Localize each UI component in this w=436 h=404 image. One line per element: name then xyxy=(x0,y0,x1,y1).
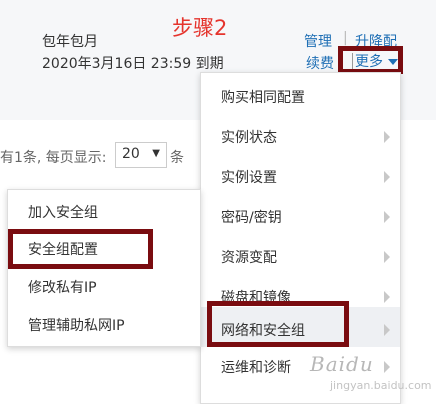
manage-link[interactable]: 管理 xyxy=(304,31,332,51)
chevron-right-icon xyxy=(384,171,390,183)
submenu-item-label: 修改私有IP xyxy=(28,280,97,296)
menu-item-label: 资源变配 xyxy=(221,250,277,266)
pagination-summary: 有1条, 每页显示: xyxy=(0,150,107,166)
renew-link[interactable]: 续费 xyxy=(306,53,334,73)
chevron-right-icon xyxy=(384,291,390,303)
submenu-item-label: 加入安全组 xyxy=(28,205,98,221)
billing-type: 包年包月 xyxy=(42,34,98,50)
watermark-logo: Baidu xyxy=(310,352,374,376)
chevron-right-icon xyxy=(384,361,390,373)
submenu-item-modify-private-ip[interactable]: 修改私有IP xyxy=(8,268,200,306)
watermark-url: jingyan.baidu.com xyxy=(330,379,432,392)
step-annotation: 步骤2 xyxy=(172,16,228,40)
menu-item-resource-change[interactable]: 资源变配 xyxy=(201,237,400,277)
pagination-unit: 条 xyxy=(170,150,184,166)
network-security-highlight xyxy=(207,301,349,347)
expire-time: 2020年3月16日 23:59 到期 xyxy=(42,56,224,72)
menu-item-label: 运维和诊断 xyxy=(221,360,291,376)
chevron-right-icon xyxy=(384,211,390,223)
page-size-select[interactable]: 20 ▼ xyxy=(115,142,167,168)
page-size-value: 20 xyxy=(122,146,140,162)
chevron-right-icon xyxy=(384,324,390,336)
menu-item-password-key[interactable]: 密码/密钥 xyxy=(201,197,400,237)
menu-item-label: 购买相同配置 xyxy=(221,90,305,106)
link-separator: | xyxy=(343,30,348,46)
menu-item-label: 实例设置 xyxy=(221,170,277,186)
submenu-item-label: 管理辅助私网IP xyxy=(28,318,125,334)
menu-item-label: 密码/密钥 xyxy=(221,210,282,226)
submenu-item-manage-secondary-ip[interactable]: 管理辅助私网IP xyxy=(8,306,200,344)
submenu-item-join-security-group[interactable]: 加入安全组 xyxy=(8,193,200,231)
security-group-config-highlight xyxy=(8,229,153,269)
chevron-right-icon xyxy=(384,131,390,143)
more-highlight-box xyxy=(338,46,403,74)
menu-item-instance-status[interactable]: 实例状态 xyxy=(201,117,400,157)
dropdown-arrow-icon: ▼ xyxy=(152,148,160,159)
menu-item-instance-settings[interactable]: 实例设置 xyxy=(201,157,400,197)
menu-item-label: 实例状态 xyxy=(221,130,277,146)
menu-item-buy-same[interactable]: 购买相同配置 xyxy=(201,77,400,117)
chevron-right-icon xyxy=(384,251,390,263)
